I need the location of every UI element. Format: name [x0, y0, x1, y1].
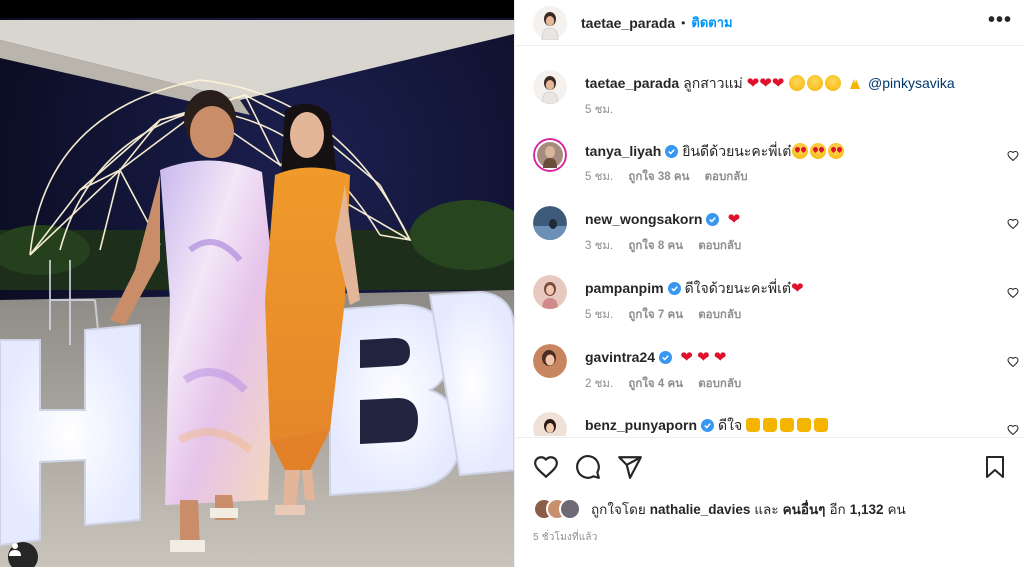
thumbs-up-emoji [746, 418, 761, 432]
heart-eyes-emoji [828, 143, 845, 159]
comment-likes[interactable]: ถูกใจ 4 คน [628, 378, 683, 390]
red-heart-emoji: ❤ [759, 75, 772, 92]
caption-avatar[interactable] [533, 70, 567, 104]
commenter-avatar[interactable] [533, 412, 567, 436]
post-sidebar: taetae_parada • ติดตาม ••• taetae_parada… [514, 0, 1024, 567]
commenter-avatar[interactable] [533, 344, 567, 378]
comment-likes[interactable]: ถูกใจ 8 คน [628, 240, 683, 252]
bookmark-icon[interactable] [983, 454, 1007, 480]
send-icon[interactable] [617, 454, 643, 480]
caption-mention[interactable]: @pinkysavika [868, 75, 955, 91]
comment-author[interactable]: new_wongsakorn [585, 211, 702, 227]
caption-author[interactable]: taetae_parada [585, 75, 679, 91]
red-heart-emoji: ❤ [676, 349, 693, 366]
post-actions: ถูกใจโดย nathalie_davies และ คนอื่นๆ อีก… [515, 437, 1024, 567]
user-tag-icon[interactable] [8, 542, 38, 567]
likes-count[interactable]: 1,132 [850, 502, 884, 517]
thumbs-up-emoji [797, 418, 812, 432]
commenter-avatar[interactable] [533, 206, 567, 240]
reply-button[interactable]: ตอบกลับ [698, 240, 741, 252]
thumbs-up-emoji [814, 418, 829, 432]
post-age[interactable]: 5 ชั่วโมงที่แล้ว [533, 530, 598, 545]
comment-like-icon[interactable] [1007, 150, 1019, 162]
thumbs-up-emoji [780, 418, 795, 432]
liked-by-label: ถูกใจโดย [591, 502, 646, 517]
verified-badge-icon [706, 213, 720, 226]
more-icon[interactable]: ••• [988, 10, 1012, 30]
heart-icon[interactable] [533, 454, 559, 480]
likes-unit: คน [887, 502, 906, 517]
comment-author[interactable]: tanya_liyah [585, 143, 661, 159]
verified-badge-icon [701, 419, 715, 432]
red-heart-emoji: ❤ [709, 349, 727, 366]
commenter-avatar[interactable] [533, 138, 567, 172]
caption-time[interactable]: 5 ชม. [585, 104, 613, 116]
comment-time[interactable]: 5 ชม. [585, 171, 613, 183]
photo-scene [0, 0, 514, 567]
post-header: taetae_parada • ติดตาม ••• [515, 0, 1024, 46]
comment-likes[interactable]: ถูกใจ 7 คน [628, 309, 683, 321]
thumbs-up-emoji [763, 418, 778, 432]
comment-like-icon[interactable] [1007, 356, 1019, 368]
photo-top-bar [0, 0, 514, 18]
post-photo[interactable] [0, 0, 514, 567]
heart-eyes-emoji [810, 143, 827, 159]
header-separator: • [681, 15, 686, 30]
red-heart-emoji: ❤ [723, 211, 741, 228]
comment-author[interactable]: pampanpim [585, 280, 664, 296]
red-heart-emoji: ❤ [746, 75, 760, 92]
comment-likes[interactable]: ถูกใจ 38 คน [628, 171, 689, 183]
joy-emoji [825, 75, 842, 91]
red-heart-emoji: ❤ [790, 280, 804, 297]
comment-text: ดีใจ [718, 417, 743, 433]
comment-like-icon[interactable] [1007, 287, 1019, 299]
liker-avatars [533, 498, 583, 520]
commenter-avatar[interactable] [533, 275, 567, 309]
and-label: และ [754, 502, 779, 517]
comments-list[interactable]: taetae_parada ลูกสาวแม่ ❤❤❤ @pinkysavika … [515, 60, 1024, 436]
caption-text: ลูกสาวแม่ [683, 75, 743, 91]
others-link[interactable]: คนอื่นๆ [783, 498, 826, 520]
reply-button[interactable]: ตอบกลับ [698, 309, 741, 321]
comment-author[interactable]: benz_punyaporn [585, 417, 697, 433]
comment-time[interactable]: 2 ชม. [585, 378, 613, 390]
heart-eyes-emoji [792, 143, 809, 159]
joy-emoji [789, 75, 806, 91]
comment-text: ดีใจด้วยนะคะพี่เต๋ [684, 280, 791, 296]
reply-button[interactable]: ตอบกลับ [698, 378, 741, 390]
liked-by-user[interactable]: nathalie_davies [650, 502, 751, 517]
comment-text: ยินดีด้วยนะคะพี่เต๋ [682, 143, 792, 159]
pray-emoji [850, 79, 861, 89]
comment-like-icon[interactable] [1007, 424, 1019, 436]
verified-badge-icon [659, 351, 673, 364]
red-heart-emoji: ❤ [771, 75, 785, 92]
likes-summary: ถูกใจโดย nathalie_davies และ คนอื่นๆ อีก… [533, 498, 906, 520]
reply-button[interactable]: ตอบกลับ [705, 171, 748, 183]
comment-like-icon[interactable] [1007, 218, 1019, 230]
author-username[interactable]: taetae_parada [581, 15, 675, 31]
comment-time[interactable]: 3 ชม. [585, 240, 613, 252]
red-heart-emoji: ❤ [692, 349, 710, 366]
joy-emoji [807, 75, 824, 91]
verified-badge-icon [667, 282, 681, 295]
verified-badge-icon [665, 145, 679, 158]
comment-icon[interactable] [575, 454, 601, 480]
comment-author[interactable]: gavintra24 [585, 349, 655, 365]
comment-time[interactable]: 5 ชม. [585, 309, 613, 321]
author-avatar[interactable] [533, 5, 567, 40]
more-label: อีก [829, 502, 846, 517]
follow-button[interactable]: ติดตาม [691, 12, 732, 33]
